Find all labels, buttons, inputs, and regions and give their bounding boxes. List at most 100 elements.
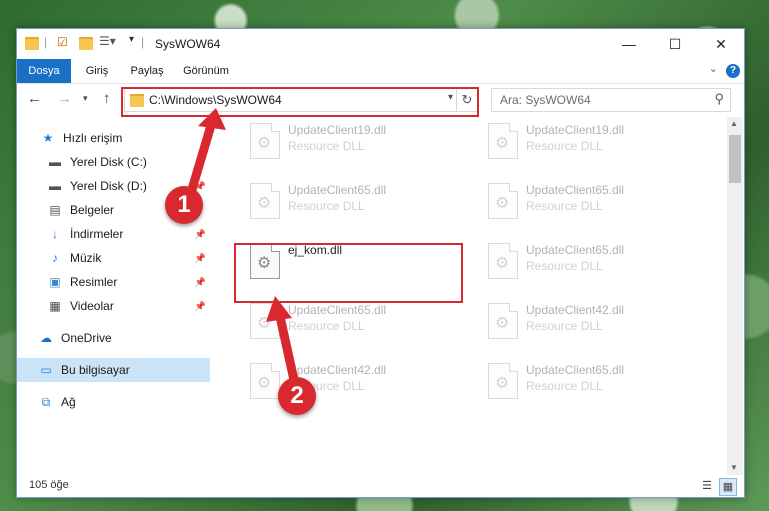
file-description: Resource DLL	[288, 199, 365, 213]
quick-access-dropdown-icon[interactable]: ▾	[129, 34, 134, 50]
item-count: 105 öğe	[29, 479, 69, 491]
customize-toolbar-icon[interactable]: ☰▾	[99, 34, 116, 50]
gear-icon: ⚙	[257, 315, 272, 332]
gear-icon: ⚙	[495, 195, 510, 212]
sidebar-item-label: Ağ	[61, 395, 76, 409]
step-2-badge: 2	[278, 377, 316, 415]
file-name: UpdateClient65.dll	[526, 243, 625, 257]
file-item[interactable]: ⚙ UpdateClient65.dll Resource DLL	[240, 177, 470, 233]
dll-file-icon: ⚙	[250, 183, 280, 219]
file-name: UpdateClient19.dll	[288, 123, 387, 137]
details-view-icon[interactable]: ☰	[699, 478, 715, 494]
recent-locations-icon[interactable]: ▾	[83, 93, 88, 104]
sidebar-item-network[interactable]: ⧉ Ağ	[17, 390, 210, 414]
file-item[interactable]: ⚙ UpdateClient42.dll Resource DLL	[478, 297, 708, 353]
scrollbar-thumb[interactable]	[729, 135, 741, 183]
step-1-badge: 1	[165, 186, 203, 224]
dll-file-icon: ⚙	[488, 243, 518, 279]
pin-icon[interactable]: 📌	[195, 222, 206, 246]
minimize-button[interactable]: —	[606, 29, 652, 59]
sidebar-item-label: Belgeler	[70, 203, 115, 217]
sidebar-item-this-pc[interactable]: ▭ Bu bilgisayar	[17, 358, 210, 382]
sidebar-item-downloads[interactable]: ↓ İndirmeler 📌	[17, 222, 210, 246]
forward-arrow-icon[interactable]: →	[57, 90, 72, 107]
ribbon-tabs: Dosya Giriş Paylaş Görünüm ⌄ ?	[17, 59, 744, 84]
maximize-button[interactable]: ☐	[652, 29, 698, 59]
sidebar-item-music[interactable]: ♪ Müzik 📌	[17, 246, 210, 270]
file-name: UpdateClient65.dll	[526, 183, 625, 197]
help-icon[interactable]: ?	[726, 64, 740, 78]
sidebar-item-pictures[interactable]: ▣ Resimler 📌	[17, 270, 210, 294]
search-box[interactable]: Ara: SysWOW64 ⚲	[491, 88, 731, 112]
pictures-icon: ▣	[49, 275, 61, 289]
navigation-pane: ★ Hızlı erişim ▬ Yerel Disk (C:) ▬ Yerel…	[17, 117, 210, 475]
cloud-icon: ☁	[40, 331, 52, 345]
dll-file-icon: ⚙	[488, 363, 518, 399]
pin-icon[interactable]: 📌	[195, 294, 206, 318]
scroll-up-icon[interactable]: ▲	[730, 119, 738, 128]
sidebar-item-label: İndirmeler	[70, 227, 124, 241]
file-description: Resource DLL	[526, 199, 603, 213]
search-placeholder[interactable]: Ara: SysWOW64	[500, 93, 591, 107]
sidebar-item-label: Müzik	[70, 251, 102, 265]
new-folder-icon[interactable]	[79, 37, 93, 50]
expand-ribbon-icon[interactable]: ⌄	[709, 62, 718, 75]
dll-file-icon: ⚙	[250, 123, 280, 159]
sidebar-item-label: Bu bilgisayar	[61, 363, 130, 377]
download-icon: ↓	[52, 227, 58, 241]
document-icon: ▤	[49, 203, 61, 217]
tab-home[interactable]: Giriş	[75, 59, 119, 83]
up-arrow-icon[interactable]: ↑	[103, 90, 111, 107]
file-item[interactable]: ⚙ UpdateClient42.dll Resource DLL	[240, 357, 470, 413]
pin-icon[interactable]: 📌	[195, 270, 206, 294]
file-highlight	[234, 243, 463, 303]
status-bar: 105 öğe ☰ ▦	[17, 475, 744, 497]
sidebar-item-onedrive[interactable]: ☁ OneDrive	[17, 326, 210, 350]
dll-file-icon: ⚙	[250, 303, 280, 339]
file-description: Resource DLL	[288, 319, 365, 333]
sidebar-item-label: Yerel Disk (D:)	[70, 179, 147, 193]
file-item[interactable]: ⚙ UpdateClient65.dll Resource DLL	[478, 177, 708, 233]
computer-icon: ▭	[40, 363, 52, 377]
tab-file[interactable]: Dosya	[17, 59, 71, 83]
pin-icon[interactable]: 📌	[195, 246, 206, 270]
properties-icon[interactable]: ☑	[57, 35, 68, 51]
tab-view[interactable]: Görünüm	[175, 59, 237, 83]
sidebar-item-quick-access[interactable]: ★ Hızlı erişim	[17, 126, 210, 150]
file-name: UpdateClient42.dll	[526, 303, 625, 317]
sidebar-item-label: Yerel Disk (C:)	[70, 155, 147, 169]
file-item[interactable]: ⚙ UpdateClient19.dll Resource DLL	[240, 117, 470, 173]
video-icon: ▦	[49, 299, 61, 313]
network-icon: ⧉	[41, 395, 51, 409]
music-icon: ♪	[52, 251, 58, 265]
window-title: SysWOW64	[155, 37, 221, 51]
sidebar-item-local-disk-c[interactable]: ▬ Yerel Disk (C:)	[17, 150, 210, 174]
file-item[interactable]: ⚙ UpdateClient19.dll Resource DLL	[478, 117, 708, 173]
file-name: UpdateClient19.dll	[526, 123, 625, 137]
gear-icon: ⚙	[257, 195, 272, 212]
file-name: UpdateClient65.dll	[288, 303, 387, 317]
scroll-down-icon[interactable]: ▼	[730, 463, 738, 472]
large-icons-view-icon[interactable]: ▦	[719, 478, 737, 496]
file-item[interactable]: ⚙ UpdateClient65.dll Resource DLL	[478, 357, 708, 413]
file-name: UpdateClient42.dll	[288, 363, 387, 377]
sidebar-item-label: Resimler	[70, 275, 118, 289]
sidebar-item-label: Videolar	[70, 299, 114, 313]
back-arrow-icon[interactable]: ←	[27, 90, 42, 107]
gear-icon: ⚙	[495, 135, 510, 152]
search-icon[interactable]: ⚲	[714, 91, 724, 107]
file-description: Resource DLL	[526, 139, 603, 153]
dll-file-icon: ⚙	[488, 303, 518, 339]
vertical-scrollbar[interactable]: ▲ ▼	[727, 117, 743, 475]
sidebar-item-videos[interactable]: ▦ Videolar 📌	[17, 294, 210, 318]
separator: |	[44, 35, 48, 49]
file-item[interactable]: ⚙ UpdateClient65.dll Resource DLL	[240, 297, 470, 353]
tab-share[interactable]: Paylaş	[123, 59, 171, 83]
gear-icon: ⚙	[257, 375, 272, 392]
dll-file-icon: ⚙	[488, 183, 518, 219]
sidebar-item-label: OneDrive	[61, 331, 112, 345]
file-item[interactable]: ⚙ UpdateClient65.dll Resource DLL	[478, 237, 708, 293]
close-button[interactable]: ✕	[698, 29, 744, 59]
separator: |	[141, 35, 145, 49]
gear-icon: ⚙	[495, 255, 510, 272]
